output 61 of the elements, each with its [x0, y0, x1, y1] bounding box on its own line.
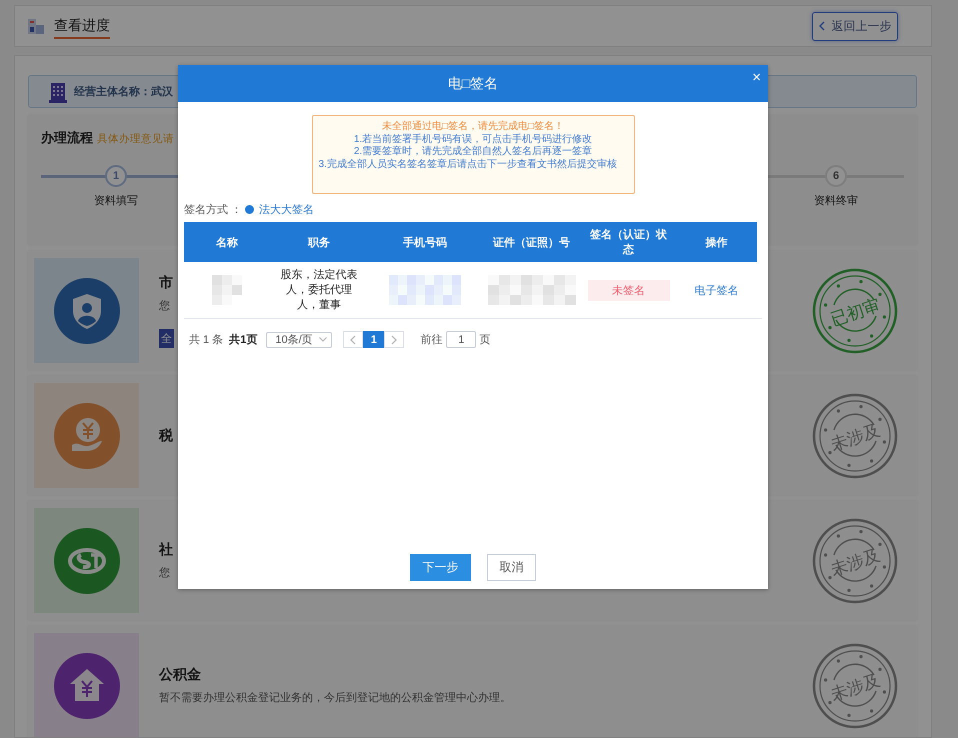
status-stamp: 未涉及 [812, 518, 898, 604]
close-button[interactable]: × [750, 70, 763, 86]
service-description: 您 [159, 566, 170, 580]
sign-link[interactable]: 电子签名 [694, 282, 738, 298]
column-header: 证件（证照）号 [492, 236, 571, 250]
notice-line: 2.需要签章时，请先完成全部自然人签名后再逐一签章 [352, 146, 594, 158]
warning-text: 未全部通过电□签名，请先完成电□签名！ [380, 121, 566, 134]
cancel-button[interactable]: 取消 [487, 554, 536, 581]
field-label: 签名方式 ： [184, 202, 242, 216]
step-number: 6 [825, 165, 847, 187]
page-button[interactable]: 1 [363, 331, 384, 348]
section-title: 办理流程 [41, 129, 93, 147]
page-count: 共1页 [229, 332, 258, 347]
service-description: 您 [159, 298, 170, 312]
table-cell-text: 股东，法定代表人，委托代理人，董事 [280, 268, 358, 312]
next-button[interactable]: 下一步 [410, 554, 471, 581]
entity-name: 经营主体名称：武汉 [74, 84, 173, 99]
status-stamp: 未涉及 [812, 392, 898, 478]
column-header: 名称 [215, 236, 239, 250]
shield-person-icon [54, 278, 120, 344]
page-suffix: 页 [479, 333, 490, 347]
page-input[interactable]: 1 [446, 331, 476, 348]
previous-page-button[interactable] [343, 331, 364, 348]
radio-label[interactable]: 法大大签名 [259, 202, 314, 216]
office-building-icon [48, 80, 68, 102]
service-description: 暂不需要办理公积金登记业务的，今后到登记地的公积金管理中心办理。 [159, 690, 511, 705]
notice-line: 3.完成全部人员实名签名签章后请点击下一步查看文书然后提交审核 [318, 158, 618, 171]
service-title: 市 [159, 274, 173, 292]
service-title: 公积金 [159, 666, 201, 684]
dialog-title: 电□签名 [448, 74, 498, 92]
service-title: 社 [159, 541, 173, 559]
notice-line: 1.若当前签署手机号码有误，可点击手机号码进行修改 [352, 134, 594, 146]
column-header: 职务 [306, 236, 331, 250]
coin-hand-icon [54, 402, 120, 468]
building-icon [27, 17, 45, 35]
chevron-right-icon [391, 334, 398, 344]
emblem-icon [54, 528, 120, 594]
status-tag: 未签名 [588, 280, 670, 300]
chevron-left-icon [350, 334, 356, 344]
radio-button[interactable] [245, 204, 254, 214]
step-number: 1 [105, 165, 127, 187]
page-size-select[interactable]: 10条/页 [266, 332, 332, 348]
chevron-left-icon [818, 21, 824, 31]
page-title: 查看进度 [54, 13, 110, 39]
column-header: 手机号码 [402, 236, 448, 250]
house-yuan-icon [54, 652, 120, 718]
section-hint: 具体办理意见请 [97, 132, 174, 146]
goto-label: 前往 [420, 333, 442, 347]
status-stamp: 未涉及 [812, 642, 898, 728]
column-header: 签名（认证）状态 [589, 228, 668, 258]
step-label: 资料终审 [814, 194, 858, 208]
service-title: 税 [159, 426, 173, 444]
status-stamp: 已初审 [812, 268, 898, 354]
back-button[interactable]: 返回上一步 [812, 12, 898, 40]
redacted-mosaic [389, 275, 461, 305]
column-header: 操作 [704, 236, 728, 250]
step-label: 资料填写 [94, 194, 138, 208]
caret-down-icon [319, 337, 328, 342]
redacted-mosaic [212, 275, 242, 305]
status-tag: 全 [159, 328, 174, 348]
total-count: 共 1 条 [189, 333, 224, 347]
